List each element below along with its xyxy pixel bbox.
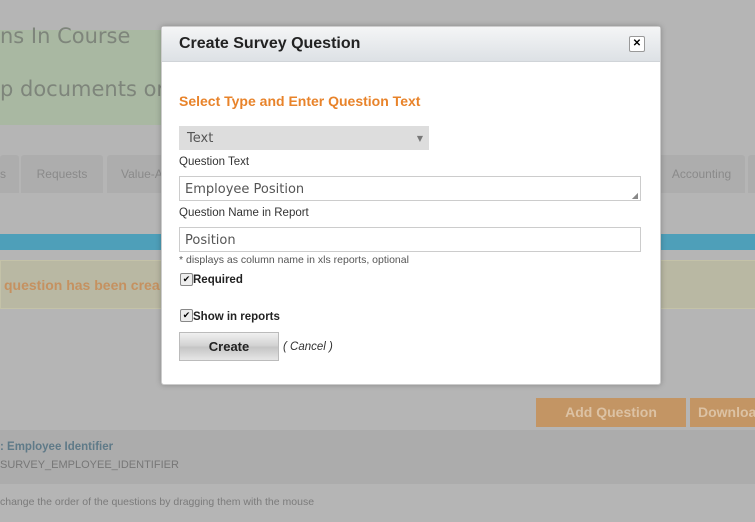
download-button[interactable]: Downloa xyxy=(690,398,755,427)
report-name-value: Position xyxy=(185,233,236,248)
create-survey-question-dialog: Create Survey Question ✕ Select Type and… xyxy=(161,26,661,385)
tab-partial[interactable]: s xyxy=(0,155,19,193)
reorder-hint: change the order of the questions by dra… xyxy=(0,496,315,508)
tab-accounting[interactable]: Accounting xyxy=(658,155,745,193)
required-checkbox[interactable]: ✔ xyxy=(180,273,193,286)
report-name-hint: * displays as column name in xls reports… xyxy=(179,254,409,266)
close-button[interactable]: ✕ xyxy=(629,36,645,52)
tab-more[interactable] xyxy=(748,155,755,193)
success-message-text: question has been crea xyxy=(4,277,160,293)
chevron-down-icon: ▼ xyxy=(416,134,423,143)
add-question-button[interactable]: Add Question xyxy=(536,398,686,427)
section-title: Select Type and Enter Question Text xyxy=(179,93,421,109)
question-text-value: Employee Position xyxy=(185,182,305,197)
show-in-reports-checkbox[interactable]: ✔ xyxy=(180,309,193,322)
background-subheading: p documents or xyxy=(0,77,166,101)
tab-value-added[interactable]: Value-A xyxy=(107,155,167,193)
create-button[interactable]: Create xyxy=(179,332,279,361)
question-text-textarea[interactable]: Employee Position ◢ xyxy=(179,176,641,201)
required-label: Required xyxy=(193,274,243,286)
show-in-reports-label: Show in reports xyxy=(193,311,280,323)
question-text-label: Question Text xyxy=(179,156,250,168)
question-type-select[interactable]: Text ▼ xyxy=(179,126,429,150)
question-type-value: Text xyxy=(187,131,214,146)
cancel-link[interactable]: ( Cancel ) xyxy=(283,341,333,353)
report-name-input[interactable]: Position xyxy=(179,227,641,252)
tab-requests[interactable]: Requests xyxy=(21,155,103,193)
dialog-header: Create Survey Question ✕ xyxy=(162,27,660,62)
resize-handle-icon[interactable]: ◢ xyxy=(632,192,638,200)
dialog-title: Create Survey Question xyxy=(179,35,361,52)
question-title: : Employee Identifier xyxy=(0,441,114,453)
background-heading: ns In Course xyxy=(0,24,131,48)
close-icon: ✕ xyxy=(632,38,642,49)
report-name-label: Question Name in Report xyxy=(179,207,309,219)
question-row[interactable] xyxy=(0,430,755,484)
question-code: SURVEY_EMPLOYEE_IDENTIFIER xyxy=(0,459,179,471)
